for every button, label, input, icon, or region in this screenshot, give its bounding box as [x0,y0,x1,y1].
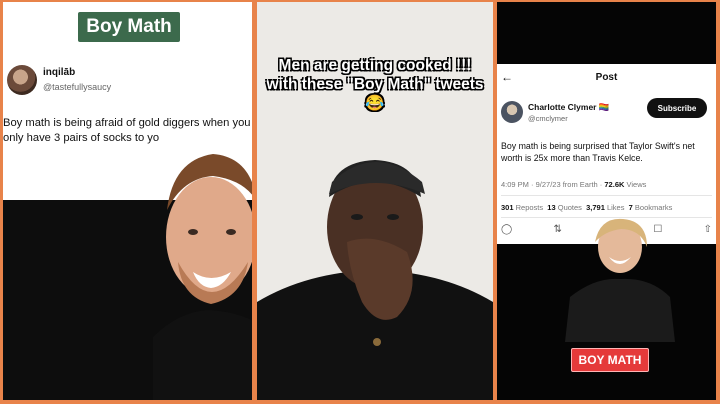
bookmarks-count[interactable]: 7 [629,203,633,212]
author-handle[interactable]: @cmclymer [528,114,568,123]
woman-smiling-image [565,218,675,342]
subscribe-button[interactable]: Subscribe [647,98,707,118]
share-icon[interactable]: ⇧ [704,224,712,235]
author-name[interactable]: inqilāb [43,67,75,78]
man-covering-mouth-image [257,160,493,400]
reposts-label[interactable]: Reposts [516,203,544,212]
author-handle[interactable]: @tastefullysaucy [43,82,111,92]
bookmarks-label[interactable]: Bookmarks [635,203,673,212]
repost-icon[interactable]: ⇅ [553,224,561,235]
tweet-meta: 4:09 PM · 9/27/23 from Earth · 72.6K Vie… [501,180,646,189]
boy-math-badge: Boy Math [78,12,180,42]
boy-math-tag: BOY MATH [571,348,649,372]
likes-count[interactable]: 3,791 [586,203,605,212]
avatar[interactable] [7,65,37,95]
tweet-text: Boy math is being surprised that Taylor … [501,141,695,163]
author-name[interactable]: Charlotte Clymer 🏳️‍🌈 [528,102,609,113]
quotes-label[interactable]: Quotes [558,203,582,212]
views-label: Views [626,180,647,189]
left-video-panel: Boy Math inqilāb @tastefullysaucy Boy ma… [3,2,252,400]
avatar[interactable] [501,101,523,123]
man-laughing-image [153,154,252,400]
center-video-panel: Men are getting cooked !!! with these "B… [257,2,493,400]
quotes-count[interactable]: 13 [547,203,555,212]
reply-icon[interactable]: ◯ [501,224,512,235]
engagement-stats: 301 Reposts 13 Quotes 3,791 Likes 7 Book… [501,203,672,212]
reposts-count[interactable]: 301 [501,203,514,212]
views-count: 72.6K [604,180,625,189]
likes-label[interactable]: Likes [607,203,625,212]
video-caption: Men are getting cooked !!! with these "B… [266,57,484,112]
divider [501,195,712,196]
page-title: Post [595,72,618,83]
timestamp: 4:09 PM · 9/27/23 from Earth · [501,180,603,189]
right-video-panel: ← Post Charlotte Clymer 🏳️‍🌈 @cmclymer S… [497,2,716,400]
